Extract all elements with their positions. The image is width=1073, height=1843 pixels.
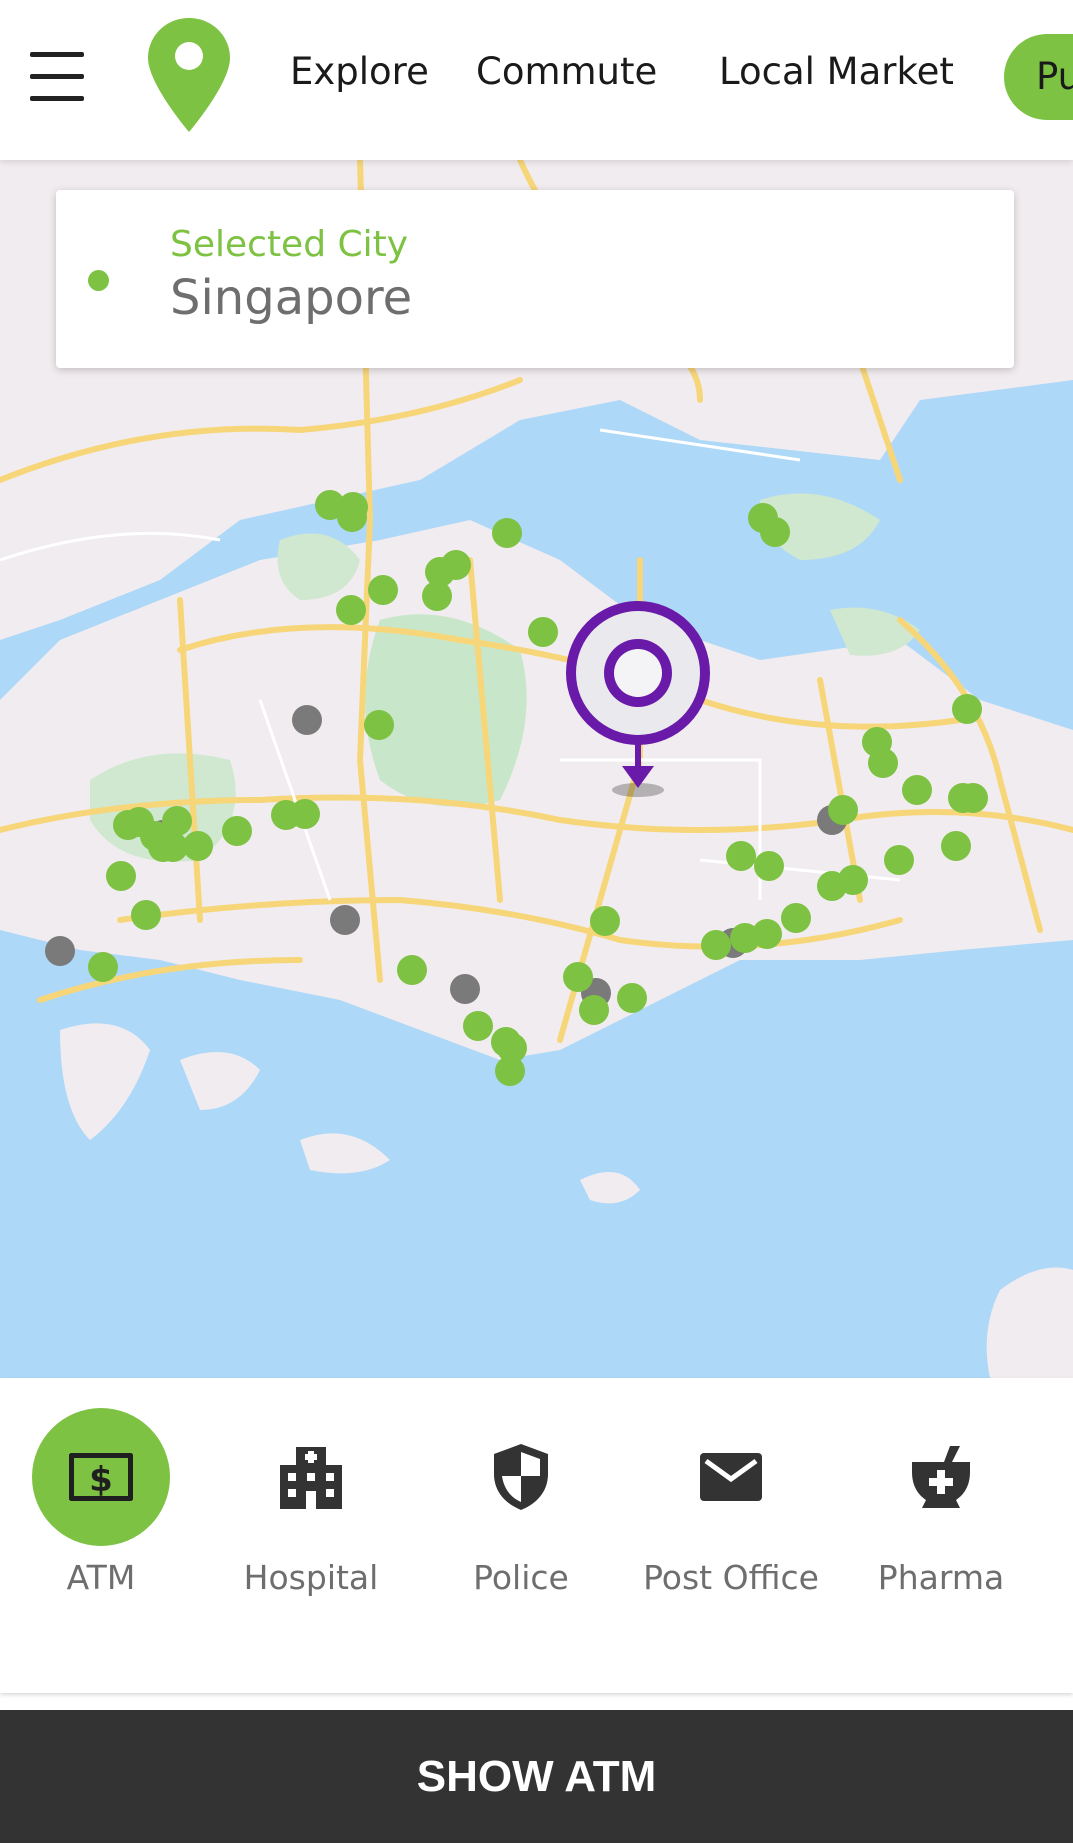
police-icon-wrap [452, 1408, 590, 1546]
poi-marker-atm[interactable] [131, 900, 161, 930]
category-label: Hospital [243, 1558, 379, 1597]
poi-marker-inactive[interactable] [330, 905, 360, 935]
location-pin-logo-icon[interactable] [146, 16, 232, 134]
poi-marker-atm[interactable] [828, 795, 858, 825]
poi-marker-inactive[interactable] [45, 936, 75, 966]
poi-marker-atm[interactable] [781, 903, 811, 933]
envelope-icon [700, 1453, 762, 1501]
city-status-dot [88, 270, 109, 291]
hospital-building-icon [280, 1447, 342, 1509]
selected-city-value[interactable]: Singapore [170, 270, 412, 326]
poi-marker-atm[interactable] [941, 831, 971, 861]
top-navigation-bar: Explore Commute Local Market Pu [0, 0, 1073, 160]
atm-icon-circle: $ [32, 1408, 170, 1546]
nav-public-services[interactable]: Pu [1004, 34, 1073, 120]
poi-marker-atm[interactable] [884, 845, 914, 875]
show-atm-button[interactable]: SHOW ATM [0, 1710, 1073, 1843]
poi-marker-atm[interactable] [222, 816, 252, 846]
poi-marker-atm[interactable] [422, 581, 452, 611]
atm-dollar-icon: $ [69, 1453, 133, 1501]
poi-marker-atm[interactable] [495, 1056, 525, 1086]
pharma-icon-wrap [872, 1408, 1010, 1546]
mortar-pestle-icon [912, 1446, 970, 1508]
poi-marker-atm[interactable] [958, 783, 988, 813]
poi-marker-atm[interactable] [701, 930, 731, 960]
poi-marker-atm[interactable] [441, 550, 471, 580]
category-label: ATM [66, 1558, 136, 1597]
poi-marker-atm[interactable] [290, 799, 320, 829]
poi-marker-atm[interactable] [563, 962, 593, 992]
poi-marker-atm[interactable] [838, 865, 868, 895]
poi-marker-atm[interactable] [726, 841, 756, 871]
category-label: Post Office [643, 1558, 819, 1597]
poi-marker-atm[interactable] [868, 748, 898, 778]
poi-marker-atm[interactable] [397, 955, 427, 985]
nav-local-market[interactable]: Local Market [719, 50, 954, 93]
category-label: Police [473, 1558, 569, 1597]
poi-marker-atm[interactable] [760, 517, 790, 547]
poi-marker-atm[interactable] [590, 906, 620, 936]
poi-marker-atm[interactable] [492, 518, 522, 548]
poi-marker-atm[interactable] [364, 710, 394, 740]
poi-marker-atm[interactable] [617, 983, 647, 1013]
poi-marker-atm[interactable] [368, 575, 398, 605]
poi-marker-atm[interactable] [88, 952, 118, 982]
poi-marker-atm[interactable] [902, 775, 932, 805]
poi-marker-atm[interactable] [528, 617, 558, 647]
post-office-icon-wrap [662, 1408, 800, 1546]
current-location-marker-icon[interactable] [560, 598, 716, 798]
category-label: Pharma [877, 1558, 1005, 1597]
poi-marker-inactive[interactable] [450, 974, 480, 1004]
category-selector: $ ATM Hospital Police Post Office Pharma [0, 1378, 1073, 1693]
poi-marker-atm[interactable] [730, 923, 760, 953]
poi-marker-atm[interactable] [113, 810, 143, 840]
poi-marker-atm[interactable] [140, 821, 170, 851]
poi-marker-atm[interactable] [952, 694, 982, 724]
hamburger-menu-icon[interactable] [30, 52, 84, 102]
poi-marker-atm[interactable] [579, 995, 609, 1025]
poi-marker-atm[interactable] [754, 851, 784, 881]
shield-icon [494, 1444, 548, 1510]
poi-marker-atm[interactable] [336, 595, 366, 625]
nav-explore[interactable]: Explore [290, 50, 429, 93]
poi-marker-atm[interactable] [106, 861, 136, 891]
poi-marker-atm[interactable] [463, 1011, 493, 1041]
hospital-icon-wrap [242, 1408, 380, 1546]
poi-marker-inactive[interactable] [292, 705, 322, 735]
poi-marker-atm[interactable] [337, 502, 367, 532]
svg-text:$: $ [89, 1460, 113, 1500]
nav-commute[interactable]: Commute [476, 50, 657, 93]
selected-city-label: Selected City [170, 224, 409, 265]
